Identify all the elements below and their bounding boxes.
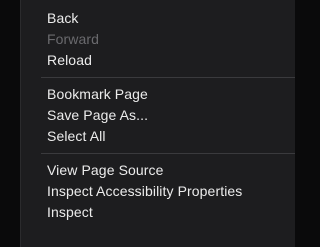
menu-item-view-page-source[interactable]: View Page Source <box>21 160 295 181</box>
menu-item-bookmark-page[interactable]: Bookmark Page <box>21 84 295 105</box>
menu-item-inspect-accessibility-properties[interactable]: Inspect Accessibility Properties <box>21 181 295 202</box>
menu-separator <box>41 77 295 78</box>
context-menu: Back Forward Reload Bookmark Page Save P… <box>20 0 295 247</box>
menu-separator <box>41 153 295 154</box>
menu-item-back[interactable]: Back <box>21 8 295 29</box>
menu-item-select-all[interactable]: Select All <box>21 126 295 147</box>
menu-item-save-page-as[interactable]: Save Page As... <box>21 105 295 126</box>
menu-item-reload[interactable]: Reload <box>21 50 295 71</box>
menu-item-inspect[interactable]: Inspect <box>21 202 295 223</box>
menu-item-forward: Forward <box>47 31 100 47</box>
